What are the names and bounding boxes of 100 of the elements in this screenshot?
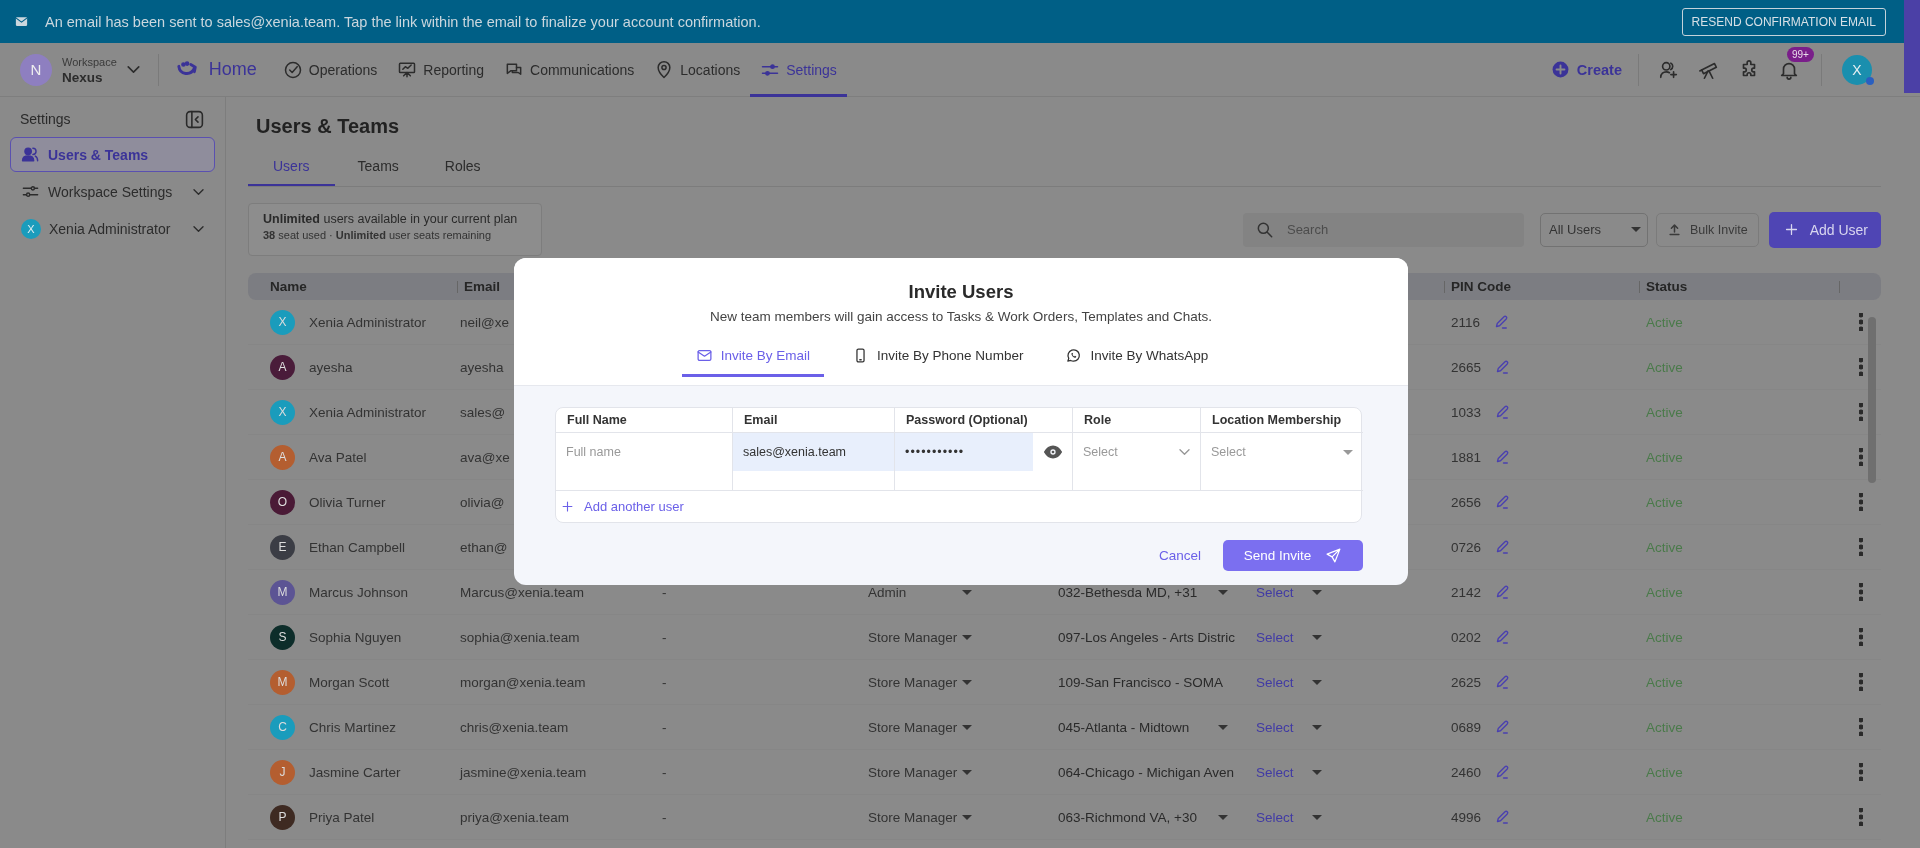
location-dropdown[interactable]: 045-Atlanta - Midtown — [1058, 719, 1218, 735]
invite-tab[interactable]: Invite By Email — [681, 336, 825, 377]
email-field[interactable]: sales@xenia.team — [733, 433, 894, 471]
page-tab[interactable]: Roles — [421, 149, 504, 186]
select-dropdown[interactable]: Select — [1256, 809, 1312, 825]
row-menu-button[interactable] — [1858, 763, 1863, 781]
user-email: ava@xe — [460, 449, 510, 465]
status-text: Active — [1646, 494, 1683, 510]
row-menu-button[interactable] — [1858, 538, 1863, 556]
chevron-down-icon — [193, 188, 204, 195]
avatar-icon: M — [270, 669, 295, 695]
workspace-avatar[interactable]: N — [20, 53, 52, 86]
status-text: Active — [1646, 539, 1683, 555]
row-menu-button[interactable] — [1858, 358, 1863, 376]
column-header: Password (Optional) — [906, 413, 1028, 427]
row-menu-button[interactable] — [1858, 628, 1863, 646]
table-cell: - — [662, 674, 667, 690]
location-dropdown[interactable]: Select — [1201, 433, 1363, 471]
status-text: Active — [1646, 809, 1683, 825]
select-dropdown[interactable]: Select — [1256, 629, 1312, 645]
pin-code: 0689 — [1451, 719, 1482, 735]
dialog-subtitle: New team members will gain access to Tasks & Work Orders, Templates and Chats. — [710, 309, 1212, 324]
table-cell: - — [662, 764, 667, 780]
location-dropdown[interactable]: 109-San Francisco - SOMA — [1058, 674, 1224, 690]
row-menu-button[interactable] — [1858, 403, 1863, 421]
nav-tab[interactable]: Operations — [272, 42, 388, 97]
nav-tab[interactable]: Communications — [494, 42, 645, 97]
avatar-icon: E — [270, 534, 295, 560]
user-email: chris@xenia.team — [460, 719, 569, 735]
caret-down-icon — [1312, 814, 1322, 820]
plus-icon — [560, 499, 575, 514]
row-menu-button[interactable] — [1858, 583, 1863, 601]
row-menu-button[interactable] — [1858, 493, 1863, 511]
role-dropdown[interactable]: Store Manager — [868, 764, 962, 780]
home-link[interactable]: Home — [172, 58, 257, 81]
role-dropdown[interactable]: Admin — [868, 584, 962, 600]
send-invite-button[interactable]: Send Invite — [1223, 540, 1363, 571]
nav-tab[interactable]: Reporting — [387, 42, 495, 97]
user-name: Chris Martinez — [309, 719, 397, 735]
pin-code: 2460 — [1451, 764, 1482, 780]
password-field[interactable]: ••••••••••• — [895, 433, 1033, 471]
cancel-button[interactable]: Cancel — [1150, 542, 1209, 569]
user-filter-dropdown[interactable]: All Users — [1539, 212, 1648, 247]
users-icon — [21, 145, 40, 164]
sidebar-item[interactable]: X Xenia Administrator — [10, 211, 215, 246]
user-email: sophia@xenia.team — [460, 629, 580, 645]
full-name-field[interactable]: Full name — [556, 433, 732, 471]
invite-tab[interactable]: Invite By Phone Number — [838, 336, 1038, 377]
user-name: ayesha — [309, 359, 353, 375]
create-button[interactable]: Create — [1550, 60, 1622, 79]
sidebar-item[interactable]: Users & Teams — [10, 137, 215, 172]
collapse-button[interactable] — [184, 108, 205, 130]
row-menu-button[interactable] — [1858, 673, 1863, 691]
select-dropdown[interactable]: Select — [1256, 764, 1312, 780]
select-dropdown[interactable]: Select — [1256, 584, 1312, 600]
sidebar-item[interactable]: Workspace Settings — [10, 174, 215, 209]
eye-icon — [1043, 442, 1063, 462]
nav-tab[interactable]: Settings — [750, 42, 847, 97]
workspace-name[interactable]: Nexus — [62, 69, 117, 85]
plan-headline: Unlimited users available in your current plan — [263, 212, 519, 226]
user-avatar[interactable]: X — [1842, 54, 1872, 85]
role-dropdown[interactable]: Store Manager — [868, 674, 962, 690]
caret-down-icon — [1312, 589, 1322, 595]
row-menu-button[interactable] — [1858, 808, 1863, 826]
dialog-title: Invite Users — [908, 281, 1014, 303]
caret-down-icon — [1218, 814, 1228, 820]
table-cell: - — [662, 809, 667, 825]
resend-email-button[interactable]: RESEND CONFIRMATION EMAIL — [1681, 7, 1886, 36]
invite-tab[interactable]: Invite By WhatsApp — [1051, 336, 1223, 377]
nav-tab[interactable]: Locations — [644, 42, 751, 97]
pin-code: 4996 — [1451, 809, 1482, 825]
pin-code: 2656 — [1451, 494, 1482, 510]
select-dropdown[interactable]: Select — [1256, 719, 1312, 735]
column-header: Email — [744, 413, 778, 427]
location-dropdown[interactable]: 032-Bethesda MD, +31 — [1058, 584, 1218, 600]
page-tab[interactable]: Users — [248, 149, 335, 186]
pin-code: 2625 — [1451, 674, 1482, 690]
add-another-user-link[interactable]: Add another user — [560, 499, 684, 514]
role-dropdown[interactable]: Select — [1073, 433, 1200, 471]
role-dropdown[interactable]: Store Manager — [868, 629, 962, 645]
row-menu-button[interactable] — [1858, 718, 1863, 736]
avatar-icon: C — [270, 714, 295, 740]
row-menu-button[interactable] — [1858, 313, 1863, 331]
column-header: Location Membership — [1212, 413, 1342, 427]
role-dropdown[interactable]: Store Manager — [868, 719, 962, 735]
chevron-down-icon — [1179, 449, 1190, 455]
location-dropdown[interactable]: 063-Richmond VA, +30 — [1058, 809, 1218, 825]
add-user-button[interactable]: Add User — [1768, 211, 1881, 248]
caret-down-icon — [1312, 769, 1322, 775]
location-dropdown[interactable]: 064-Chicago - Michigan Aven — [1058, 764, 1235, 780]
role-dropdown[interactable]: Store Manager — [868, 809, 962, 825]
avatar-icon: X — [270, 309, 295, 335]
more-options-icon — [1858, 493, 1863, 511]
chevron-down-icon — [126, 66, 140, 73]
row-menu-button[interactable] — [1858, 448, 1863, 466]
select-dropdown[interactable]: Select — [1256, 674, 1312, 690]
page-tab[interactable]: Teams — [334, 149, 422, 186]
user-email: ethan@ — [460, 539, 508, 555]
bulk-invite-button[interactable]: Bulk Invite — [1655, 212, 1759, 247]
location-dropdown[interactable]: 097-Los Angeles - Arts Distric — [1058, 629, 1236, 645]
